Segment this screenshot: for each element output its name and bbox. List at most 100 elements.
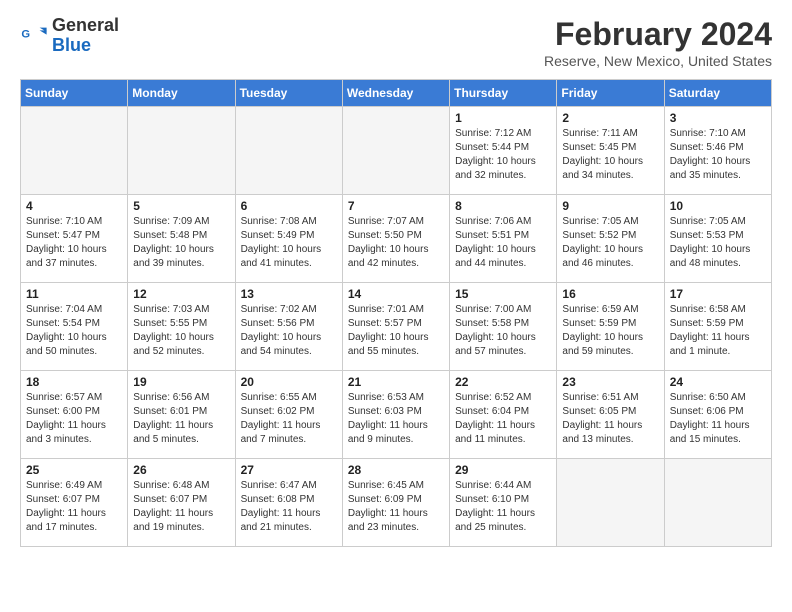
day-info: Sunrise: 6:53 AM Sunset: 6:03 PM Dayligh… bbox=[348, 391, 444, 447]
day-info: Sunrise: 7:04 AM Sunset: 5:54 PM Dayligh… bbox=[26, 303, 122, 359]
calendar-cell: 10 Sunrise: 7:05 AM Sunset: 5:53 PM Dayli… bbox=[664, 195, 771, 283]
day-number: 15 bbox=[455, 287, 551, 301]
weekday-header-tuesday: Tuesday bbox=[235, 80, 342, 107]
day-number: 14 bbox=[348, 287, 444, 301]
calendar-cell: 8Sunrise: 7:06 AM Sunset: 5:51 PM Daylig… bbox=[450, 195, 557, 283]
calendar-cell bbox=[342, 107, 449, 195]
calendar-cell: 1 Sunrise: 7:12 AM Sunset: 5:44 PM Daylig… bbox=[450, 107, 557, 195]
day-number: 7 bbox=[348, 199, 444, 213]
calendar-cell: 14 Sunrise: 7:01 AM Sunset: 5:57 PM Dayli… bbox=[342, 283, 449, 371]
calendar-cell: 21Sunrise: 6:53 AM Sunset: 6:03 PM Dayli… bbox=[342, 371, 449, 459]
day-info: Sunrise: 7:05 AM Sunset: 5:53 PM Dayligh… bbox=[670, 215, 766, 271]
day-info: Sunrise: 7:02 AM Sunset: 5:56 PM Dayligh… bbox=[241, 303, 337, 359]
day-number: 9 bbox=[562, 199, 658, 213]
calendar-cell: 6 Sunrise: 7:08 AM Sunset: 5:49 PM Daylig… bbox=[235, 195, 342, 283]
day-info: Sunrise: 7:11 AM Sunset: 5:45 PM Dayligh… bbox=[562, 127, 658, 183]
day-number: 24 bbox=[670, 375, 766, 389]
day-number: 6 bbox=[241, 199, 337, 213]
day-number: 25 bbox=[26, 463, 122, 477]
calendar-cell: 7 Sunrise: 7:07 AM Sunset: 5:50 PM Daylig… bbox=[342, 195, 449, 283]
calendar-cell: 15Sunrise: 7:00 AM Sunset: 5:58 PM Dayli… bbox=[450, 283, 557, 371]
day-number: 16 bbox=[562, 287, 658, 301]
week-row-4: 18Sunrise: 6:57 AM Sunset: 6:00 PM Dayli… bbox=[21, 371, 772, 459]
day-number: 27 bbox=[241, 463, 337, 477]
day-info: Sunrise: 6:47 AM Sunset: 6:08 PM Dayligh… bbox=[241, 479, 337, 535]
title-section: February 2024 Reserve, New Mexico, Unite… bbox=[544, 16, 772, 69]
day-info: Sunrise: 7:12 AM Sunset: 5:44 PM Dayligh… bbox=[455, 127, 551, 183]
day-info: Sunrise: 6:50 AM Sunset: 6:06 PM Dayligh… bbox=[670, 391, 766, 447]
calendar-cell bbox=[128, 107, 235, 195]
day-info: Sunrise: 7:09 AM Sunset: 5:48 PM Dayligh… bbox=[133, 215, 229, 271]
calendar-cell: 9 Sunrise: 7:05 AM Sunset: 5:52 PM Daylig… bbox=[557, 195, 664, 283]
day-info: Sunrise: 6:59 AM Sunset: 5:59 PM Dayligh… bbox=[562, 303, 658, 359]
day-info: Sunrise: 6:45 AM Sunset: 6:09 PM Dayligh… bbox=[348, 479, 444, 535]
day-number: 12 bbox=[133, 287, 229, 301]
weekday-header-wednesday: Wednesday bbox=[342, 80, 449, 107]
day-info: Sunrise: 6:56 AM Sunset: 6:01 PM Dayligh… bbox=[133, 391, 229, 447]
calendar-cell: 20 Sunrise: 6:55 AM Sunset: 6:02 PM Dayli… bbox=[235, 371, 342, 459]
calendar-cell: 27 Sunrise: 6:47 AM Sunset: 6:08 PM Dayli… bbox=[235, 459, 342, 547]
day-info: Sunrise: 6:49 AM Sunset: 6:07 PM Dayligh… bbox=[26, 479, 122, 535]
day-info: Sunrise: 6:44 AM Sunset: 6:10 PM Dayligh… bbox=[455, 479, 551, 535]
day-number: 17 bbox=[670, 287, 766, 301]
week-row-5: 25 Sunrise: 6:49 AM Sunset: 6:07 PM Dayli… bbox=[21, 459, 772, 547]
calendar-cell: 23 Sunrise: 6:51 AM Sunset: 6:05 PM Dayli… bbox=[557, 371, 664, 459]
day-number: 18 bbox=[26, 375, 122, 389]
day-info: Sunrise: 6:48 AM Sunset: 6:07 PM Dayligh… bbox=[133, 479, 229, 535]
calendar-cell: 5 Sunrise: 7:09 AM Sunset: 5:48 PM Daylig… bbox=[128, 195, 235, 283]
weekday-header-saturday: Saturday bbox=[664, 80, 771, 107]
calendar-table: SundayMondayTuesdayWednesdayThursdayFrid… bbox=[20, 79, 772, 547]
weekday-header-friday: Friday bbox=[557, 80, 664, 107]
calendar-cell: 26 Sunrise: 6:48 AM Sunset: 6:07 PM Dayli… bbox=[128, 459, 235, 547]
weekday-header-row: SundayMondayTuesdayWednesdayThursdayFrid… bbox=[21, 80, 772, 107]
day-number: 10 bbox=[670, 199, 766, 213]
calendar-cell: 2Sunrise: 7:11 AM Sunset: 5:45 PM Daylig… bbox=[557, 107, 664, 195]
day-number: 20 bbox=[241, 375, 337, 389]
day-number: 22 bbox=[455, 375, 551, 389]
calendar-cell: 11Sunrise: 7:04 AM Sunset: 5:54 PM Dayli… bbox=[21, 283, 128, 371]
day-number: 1 bbox=[455, 111, 551, 125]
calendar-cell bbox=[21, 107, 128, 195]
calendar-cell bbox=[235, 107, 342, 195]
calendar-cell: 3Sunrise: 7:10 AM Sunset: 5:46 PM Daylig… bbox=[664, 107, 771, 195]
calendar-cell: 12 Sunrise: 7:03 AM Sunset: 5:55 PM Dayli… bbox=[128, 283, 235, 371]
logo: G General Blue bbox=[20, 16, 119, 56]
day-number: 4 bbox=[26, 199, 122, 213]
day-info: Sunrise: 7:08 AM Sunset: 5:49 PM Dayligh… bbox=[241, 215, 337, 271]
day-info: Sunrise: 7:03 AM Sunset: 5:55 PM Dayligh… bbox=[133, 303, 229, 359]
calendar-cell: 24 Sunrise: 6:50 AM Sunset: 6:06 PM Dayli… bbox=[664, 371, 771, 459]
day-number: 5 bbox=[133, 199, 229, 213]
weekday-header-monday: Monday bbox=[128, 80, 235, 107]
day-info: Sunrise: 7:07 AM Sunset: 5:50 PM Dayligh… bbox=[348, 215, 444, 271]
calendar-cell bbox=[664, 459, 771, 547]
day-number: 23 bbox=[562, 375, 658, 389]
calendar-cell bbox=[557, 459, 664, 547]
calendar-cell: 13 Sunrise: 7:02 AM Sunset: 5:56 PM Dayli… bbox=[235, 283, 342, 371]
week-row-3: 11Sunrise: 7:04 AM Sunset: 5:54 PM Dayli… bbox=[21, 283, 772, 371]
day-number: 26 bbox=[133, 463, 229, 477]
page-header: G General Blue February 2024 Reserve, Ne… bbox=[20, 16, 772, 69]
calendar-cell: 25 Sunrise: 6:49 AM Sunset: 6:07 PM Dayli… bbox=[21, 459, 128, 547]
day-info: Sunrise: 7:05 AM Sunset: 5:52 PM Dayligh… bbox=[562, 215, 658, 271]
calendar-cell: 29Sunrise: 6:44 AM Sunset: 6:10 PM Dayli… bbox=[450, 459, 557, 547]
day-info: Sunrise: 7:01 AM Sunset: 5:57 PM Dayligh… bbox=[348, 303, 444, 359]
week-row-2: 4Sunrise: 7:10 AM Sunset: 5:47 PM Daylig… bbox=[21, 195, 772, 283]
day-number: 13 bbox=[241, 287, 337, 301]
day-number: 19 bbox=[133, 375, 229, 389]
calendar-cell: 17 Sunrise: 6:58 AM Sunset: 5:59 PM Dayli… bbox=[664, 283, 771, 371]
weekday-header-sunday: Sunday bbox=[21, 80, 128, 107]
day-info: Sunrise: 6:51 AM Sunset: 6:05 PM Dayligh… bbox=[562, 391, 658, 447]
calendar-cell: 18Sunrise: 6:57 AM Sunset: 6:00 PM Dayli… bbox=[21, 371, 128, 459]
weekday-header-thursday: Thursday bbox=[450, 80, 557, 107]
day-info: Sunrise: 6:58 AM Sunset: 5:59 PM Dayligh… bbox=[670, 303, 766, 359]
day-number: 3 bbox=[670, 111, 766, 125]
week-row-1: 1 Sunrise: 7:12 AM Sunset: 5:44 PM Daylig… bbox=[21, 107, 772, 195]
day-info: Sunrise: 6:55 AM Sunset: 6:02 PM Dayligh… bbox=[241, 391, 337, 447]
svg-text:G: G bbox=[21, 28, 30, 40]
logo-line1: General bbox=[52, 16, 119, 36]
day-number: 28 bbox=[348, 463, 444, 477]
calendar-cell: 16 Sunrise: 6:59 AM Sunset: 5:59 PM Dayli… bbox=[557, 283, 664, 371]
logo-line2: Blue bbox=[52, 36, 119, 56]
calendar-title: February 2024 bbox=[544, 16, 772, 53]
calendar-cell: 19 Sunrise: 6:56 AM Sunset: 6:01 PM Dayli… bbox=[128, 371, 235, 459]
